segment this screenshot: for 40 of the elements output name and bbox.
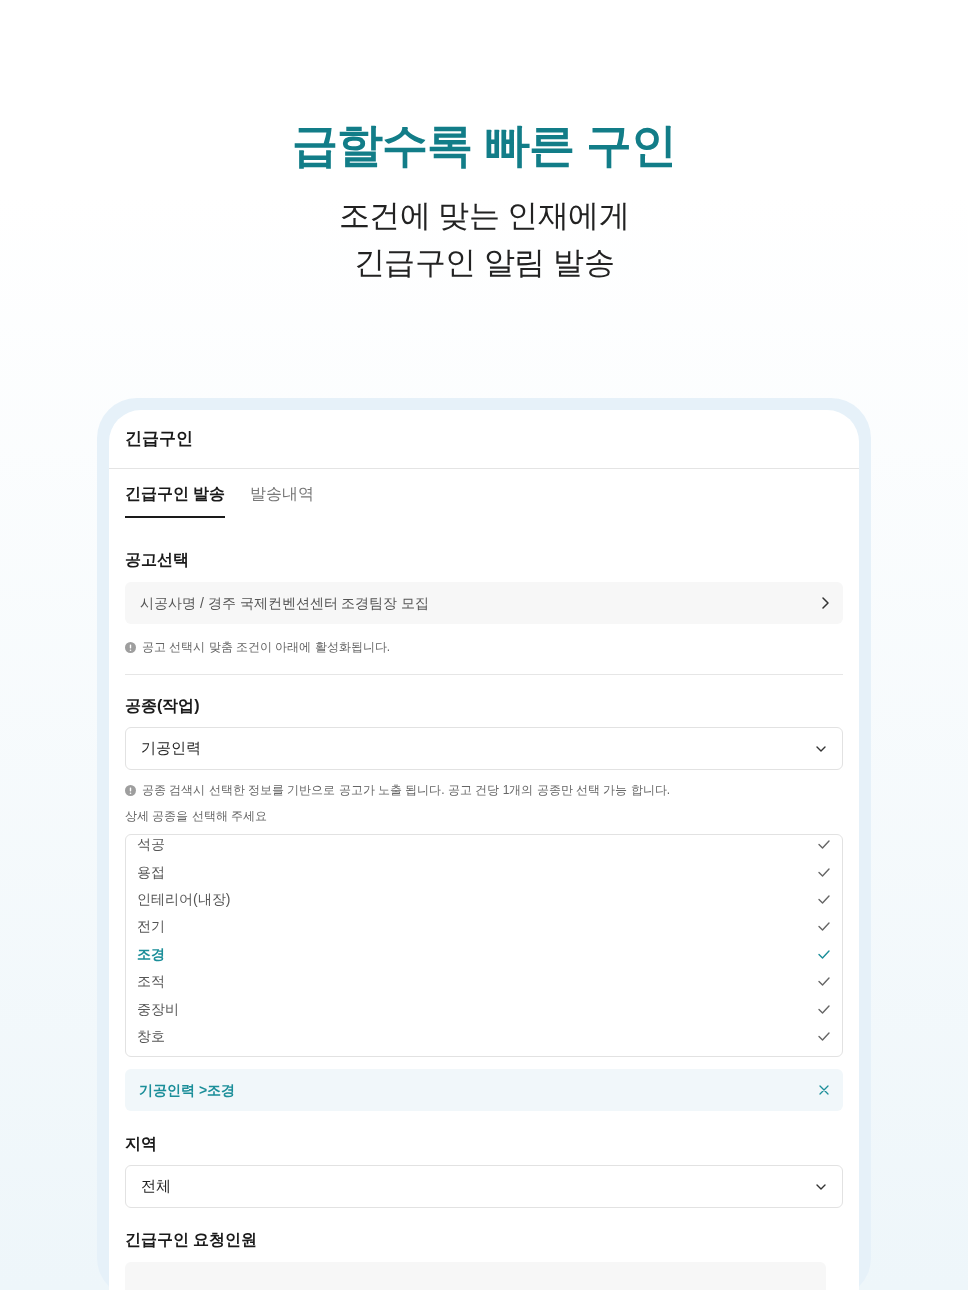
chip-text: 기공인력 >조경 <box>139 1080 236 1100</box>
chevron-down-icon <box>816 745 826 752</box>
sub-label: 상세 공종을 선택해 주세요 <box>125 808 268 824</box>
option-row[interactable]: 창호 <box>126 1022 842 1051</box>
close-button[interactable] <box>819 1085 829 1095</box>
check-icon <box>818 867 830 877</box>
option-row[interactable]: 조적 <box>126 967 842 996</box>
check-icon <box>818 840 830 850</box>
check-icon <box>818 922 830 932</box>
hint-text: 공고 선택시 맞춤 조건이 아래에 활성화됩니다. <box>142 639 390 655</box>
field-label: 지역 <box>125 1134 158 1154</box>
hero-subtitle: 조건에 맞는 인재에게 <box>338 197 630 235</box>
hint-text: 공종 검색시 선택한 정보를 기반으로 공고가 노출 됩니다. 공고 건당 1개의 공종만 선택 가능 합니다. <box>142 782 671 798</box>
option-row[interactable]: 중장비 <box>126 995 842 1023</box>
field-label: 긴급구인 요청인원 <box>125 1230 259 1250</box>
check-icon <box>818 894 830 904</box>
posting-select[interactable]: 시공사명 / 경주 국제컨벤션센터 조경팀장 모집 <box>125 582 843 624</box>
panel-title: 긴급구인 <box>125 428 193 451</box>
check-icon <box>818 977 830 987</box>
dropdown-select[interactable]: 기공인력 <box>125 727 843 770</box>
option-row[interactable]: 전기 <box>126 913 842 941</box>
option-row[interactable]: 인테리어(내장) <box>126 885 842 914</box>
field-label: 공고선택 <box>125 550 190 570</box>
chevron-down-icon <box>816 1183 826 1190</box>
close-icon <box>819 1085 829 1095</box>
option-row[interactable]: 용접 <box>126 858 842 886</box>
check-icon <box>818 949 830 959</box>
option-row[interactable]: 석공 <box>126 835 842 859</box>
tab[interactable]: 발송내역 <box>250 469 315 518</box>
dropdown-select[interactable]: 전체 <box>125 1165 843 1208</box>
field-label: 공종(작업) <box>125 696 201 716</box>
hero-title: 급할수록 빠른 구인 <box>292 118 676 172</box>
chevron-right-icon <box>822 597 829 609</box>
info-icon <box>125 784 136 796</box>
tab[interactable]: 긴급구인 발송 <box>125 469 226 518</box>
info-icon <box>125 641 136 653</box>
option-row[interactable]: 조경 <box>126 940 842 968</box>
hero-subtitle: 긴급구인 알림 발송 <box>353 244 615 282</box>
check-icon <box>818 1031 830 1041</box>
check-icon <box>818 1004 830 1014</box>
